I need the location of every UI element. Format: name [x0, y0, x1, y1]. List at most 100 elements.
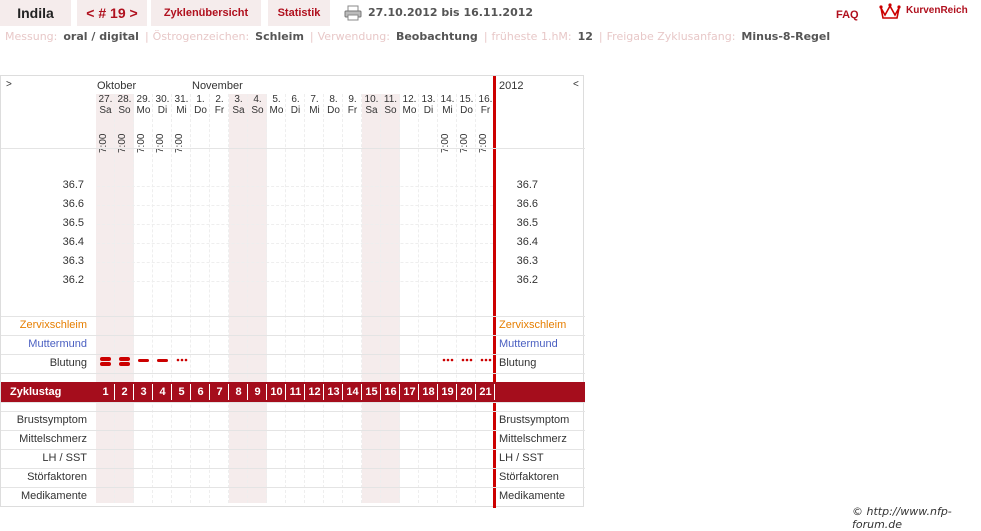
measure-time: 7:00: [155, 133, 166, 153]
cycle-end-marker: [493, 76, 496, 508]
day-column[interactable]: 13. Di: [419, 94, 438, 503]
day-column[interactable]: 27. Sa 7:00: [96, 94, 115, 503]
info-value: Beobachtung: [395, 30, 478, 43]
grid-line: [266, 94, 267, 503]
symptom-row-label: Zervixschleim: [19, 319, 87, 331]
cycle-overview-tab[interactable]: Zyklenübersicht: [151, 0, 261, 26]
day-column[interactable]: 14. Mi 7:00: [438, 94, 457, 503]
day-column[interactable]: 28. So 7:00: [115, 94, 134, 503]
cycle-day-number: 5: [178, 386, 185, 398]
measure-time: [402, 126, 416, 160]
day-column[interactable]: 11. So: [381, 94, 400, 503]
symptom-row-label: Mittelschmerz: [19, 433, 87, 445]
cycle-day-label: Zyklustag: [10, 386, 62, 398]
day-column[interactable]: 6. Di: [286, 94, 305, 503]
grid-line: [228, 94, 229, 503]
day-date: 1.: [196, 94, 205, 105]
faq-link[interactable]: FAQ: [836, 0, 859, 30]
grid-line: [190, 94, 191, 503]
symptom-row-label-right: Brustsymptom: [499, 414, 570, 426]
day-label: 6. Di: [286, 94, 305, 116]
temp-label-left: 36.5: [62, 217, 84, 229]
day-column[interactable]: 5. Mo: [267, 94, 286, 503]
day-label: 30. Di: [153, 94, 172, 116]
measure-time: [288, 126, 302, 160]
day-column[interactable]: 7. Mi: [305, 94, 324, 503]
day-label: 13. Di: [419, 94, 438, 116]
temp-label-right: 36.2: [516, 274, 538, 286]
day-column[interactable]: 9. Fr: [343, 94, 362, 503]
measure-time: 7:00: [440, 133, 451, 153]
day-column[interactable]: 10. Sa: [362, 94, 381, 503]
day-date: 5.: [272, 94, 281, 105]
day-date: 30.: [155, 94, 170, 105]
grid-line: [323, 94, 324, 503]
measure-time: [364, 126, 378, 160]
day-column[interactable]: 12. Mo: [400, 94, 419, 503]
temp-label-right: 36.3: [516, 255, 538, 267]
bleeding-light-mark[interactable]: [175, 356, 189, 368]
bleeding-medium-mark[interactable]: [137, 356, 151, 368]
day-weekday: Di: [157, 105, 168, 116]
crown-logo-icon: [879, 3, 901, 19]
printer-icon[interactable]: [344, 5, 362, 21]
grid-line: [456, 94, 457, 503]
day-weekday: Mi: [442, 105, 453, 116]
bleeding-medium-mark[interactable]: [156, 356, 170, 368]
bleeding-light-mark[interactable]: [441, 356, 455, 368]
grid-line: [285, 94, 286, 503]
measure-time: 7:00: [459, 133, 470, 153]
day-column[interactable]: 8. Do: [324, 94, 343, 503]
brand-logo[interactable]: KurvenReich: [906, 0, 968, 22]
symptom-row-label-right: Medikamente: [499, 490, 566, 502]
bleeding-heavy-mark[interactable]: [99, 356, 113, 368]
grid-line: [361, 94, 362, 503]
cycle-day-divider: [494, 384, 495, 400]
statistics-tab[interactable]: Statistik: [268, 0, 330, 26]
row-divider: [1, 487, 585, 488]
symptom-row-label-right: LH / SST: [499, 452, 544, 464]
day-column[interactable]: 3. Sa: [229, 94, 248, 503]
cycle-day-number: 17: [403, 386, 416, 398]
user-name-tab[interactable]: Indila: [0, 0, 71, 26]
cycle-day-number: 12: [308, 386, 321, 398]
temp-grid-line: [97, 281, 493, 282]
day-column[interactable]: 1. Do: [191, 94, 210, 503]
day-label: 2. Fr: [210, 94, 229, 116]
temp-label-left: 36.2: [62, 274, 84, 286]
cycle-nav-tab[interactable]: < # 19 >: [77, 0, 147, 26]
bleeding-light-mark[interactable]: [460, 356, 474, 368]
day-weekday: Do: [460, 105, 473, 116]
measure-time: [231, 126, 245, 160]
scroll-right-arrow[interactable]: <: [573, 79, 579, 90]
day-column[interactable]: 30. Di 7:00: [153, 94, 172, 503]
info-label: Messung:: [5, 30, 58, 43]
scroll-left-arrow[interactable]: >: [6, 79, 12, 90]
day-date: 13.: [421, 94, 436, 105]
temp-grid-line: [97, 243, 493, 244]
symptom-row-label-right: Mittelschmerz: [499, 433, 567, 445]
cycle-day-number: 14: [346, 386, 359, 398]
temp-label-right: 36.4: [516, 236, 538, 248]
temp-label-left: 36.7: [62, 179, 84, 191]
day-column[interactable]: 4. So: [248, 94, 267, 503]
day-weekday: Di: [290, 105, 301, 116]
info-label: Freigabe Zyklusanfang:: [606, 30, 736, 43]
day-column[interactable]: 31. Mi 7:00: [172, 94, 191, 503]
day-label: 5. Mo: [267, 94, 286, 116]
day-column[interactable]: 29. Mo 7:00: [134, 94, 153, 503]
bleeding-light-mark[interactable]: [479, 356, 493, 368]
row-divider: [1, 449, 585, 450]
day-weekday: Do: [327, 105, 340, 116]
day-column[interactable]: 15. Do 7:00: [457, 94, 476, 503]
temp-grid-line: [97, 262, 493, 263]
cycle-day-number: 2: [121, 386, 128, 398]
day-label: 1. Do: [191, 94, 210, 116]
bleeding-heavy-mark[interactable]: [118, 356, 132, 368]
cycle-day-number: 18: [422, 386, 435, 398]
day-column[interactable]: 2. Fr: [210, 94, 229, 503]
grid-line: [380, 94, 381, 503]
day-date: 29.: [136, 94, 151, 105]
grid-line: [304, 94, 305, 503]
cycle-day-number: 21: [479, 386, 492, 398]
